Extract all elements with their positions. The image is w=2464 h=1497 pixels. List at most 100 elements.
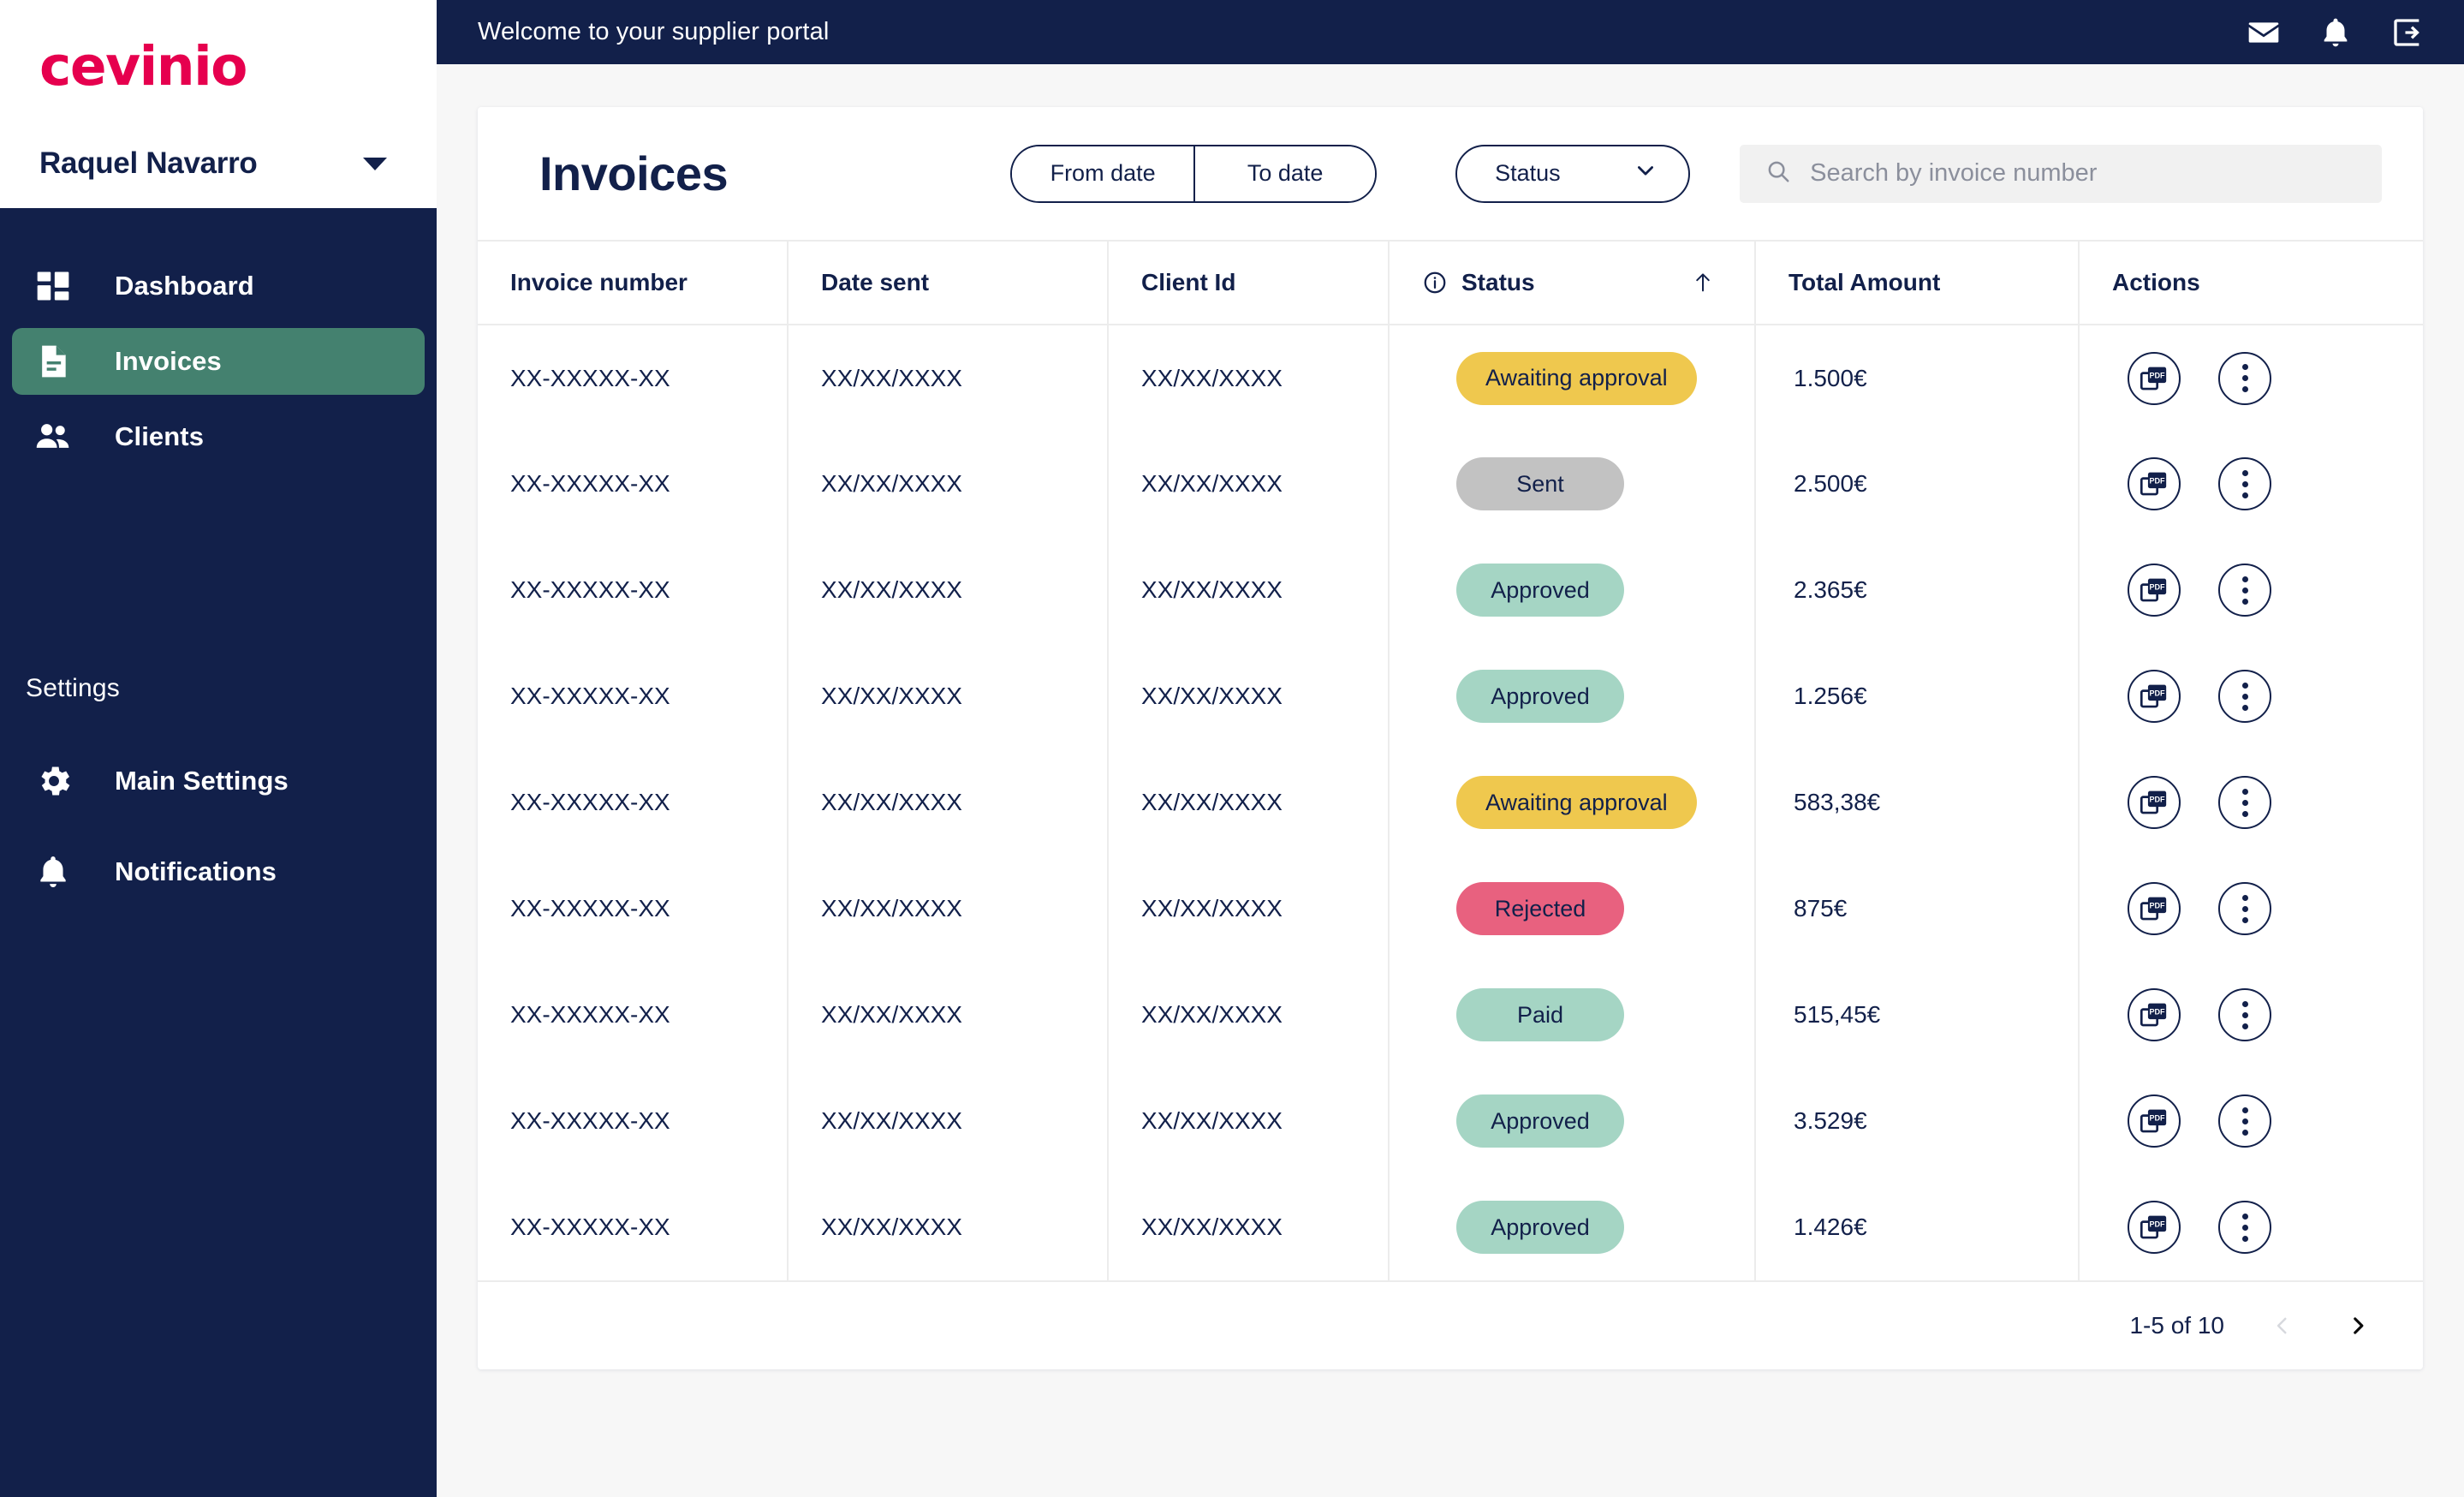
cell-total-amount: 2.500€: [1754, 431, 2079, 537]
table-row[interactable]: XX-XXXXX-XX XX/XX/XXXX XX/XX/XXXX Awaiting …: [478, 749, 2423, 856]
cell-actions: PDF: [2078, 643, 2423, 749]
status-filter-dropdown[interactable]: Status: [1455, 144, 1691, 203]
cell-date-sent: XX/XX/XXXX: [787, 325, 1108, 431]
more-vertical-icon[interactable]: [2218, 670, 2271, 723]
cell-date-sent: XX/XX/XXXX: [787, 431, 1108, 537]
table-row[interactable]: XX-XXXXX-XX XX/XX/XXXX XX/XX/XXXX Sent 2.500…: [478, 431, 2423, 537]
cell-invoice-number: XX-XXXXX-XX: [510, 683, 670, 709]
pdf-icon[interactable]: PDF: [2128, 351, 2181, 405]
pagination-next-button[interactable]: [2341, 1309, 2375, 1343]
cell-date-sent: XX/XX/XXXX: [787, 962, 1108, 1068]
settings-nav: Main Settings Notifications: [0, 748, 437, 905]
more-vertical-icon[interactable]: [2218, 776, 2271, 829]
sidebar-item-invoices[interactable]: Invoices: [12, 328, 425, 395]
column-header-date-sent[interactable]: Date sent: [787, 240, 1108, 325]
cell-actions: PDF: [2078, 749, 2423, 856]
more-vertical-icon[interactable]: [2218, 564, 2271, 617]
invoices-toolbar: Invoices From date To date Status: [478, 107, 2423, 240]
sidebar-item-notifications[interactable]: Notifications: [12, 838, 425, 905]
table-row[interactable]: XX-XXXXX-XX XX/XX/XXXX XX/XX/XXXX Awaiting …: [478, 325, 2423, 431]
more-vertical-icon[interactable]: [2218, 457, 2271, 510]
bell-icon[interactable]: [2318, 15, 2353, 50]
table-row[interactable]: XX-XXXXX-XX XX/XX/XXXX XX/XX/XXXX Approved 1…: [478, 643, 2423, 749]
status-filter-label: Status: [1495, 160, 1561, 186]
cell-date-sent: XX/XX/XXXX: [787, 643, 1108, 749]
pagination: 1-5 of 10: [478, 1280, 2423, 1369]
column-label: Actions: [2112, 269, 2200, 295]
search-input[interactable]: [1810, 159, 2356, 188]
cell-invoice-number: XX-XXXXX-XX: [510, 470, 670, 497]
search-box[interactable]: [1740, 144, 2382, 203]
sidebar-item-main-settings[interactable]: Main Settings: [12, 748, 425, 814]
status-badge: Awaiting approval: [1456, 351, 1697, 405]
cell-actions: PDF: [2078, 325, 2423, 431]
pdf-icon[interactable]: PDF: [2128, 988, 2181, 1041]
info-icon[interactable]: [1422, 270, 1448, 295]
column-label: Client Id: [1141, 269, 1236, 295]
sort-ascending-icon[interactable]: [1691, 270, 1715, 295]
bell-icon: [34, 853, 79, 891]
cell-total-amount: 515,45€: [1754, 962, 2079, 1068]
column-header-total-amount[interactable]: Total Amount: [1754, 240, 2079, 325]
user-menu[interactable]: Raquel Navarro: [39, 146, 397, 181]
table-row[interactable]: XX-XXXXX-XX XX/XX/XXXX XX/XX/XXXX Approved 3…: [478, 1068, 2423, 1174]
cell-status: Awaiting approval: [1388, 325, 1755, 431]
more-vertical-icon[interactable]: [2218, 351, 2271, 405]
cell-status: Awaiting approval: [1388, 749, 1755, 856]
to-date-button[interactable]: To date: [1193, 146, 1376, 201]
svg-text:PDF: PDF: [2149, 689, 2165, 697]
cell-client-id: XX/XX/XXXX: [1107, 643, 1389, 749]
status-badge: Sent: [1456, 457, 1624, 510]
more-vertical-icon[interactable]: [2218, 988, 2271, 1041]
chevron-down-icon: [1634, 158, 1658, 188]
column-header-client-id[interactable]: Client Id: [1107, 240, 1389, 325]
pdf-icon[interactable]: PDF: [2128, 564, 2181, 617]
topbar-welcome-text: Welcome to your supplier portal: [478, 18, 830, 45]
more-vertical-icon[interactable]: [2218, 1201, 2271, 1254]
cell-date-sent: XX/XX/XXXX: [787, 1174, 1108, 1280]
topbar-actions: [2247, 15, 2425, 50]
more-vertical-icon[interactable]: [2218, 1094, 2271, 1148]
pdf-icon[interactable]: PDF: [2128, 1094, 2181, 1148]
table-row[interactable]: XX-XXXXX-XX XX/XX/XXXX XX/XX/XXXX Rejected 8…: [478, 856, 2423, 962]
people-icon: [34, 418, 79, 456]
cell-client-id: XX/XX/XXXX: [1107, 962, 1389, 1068]
cell-status: Sent: [1388, 431, 1755, 537]
cell-status: Approved: [1388, 643, 1755, 749]
cell-invoice-number: XX-XXXXX-XX: [510, 789, 670, 815]
cell-client-id: XX/XX/XXXX: [1107, 325, 1389, 431]
cell-total-amount: 583,38€: [1754, 749, 2079, 856]
column-header-invoice-number[interactable]: Invoice number: [478, 240, 788, 325]
cell-date-sent: XX/XX/XXXX: [787, 537, 1108, 643]
table-row[interactable]: XX-XXXXX-XX XX/XX/XXXX XX/XX/XXXX Paid 515,4…: [478, 962, 2423, 1068]
column-header-status[interactable]: Status: [1388, 240, 1755, 325]
more-vertical-icon[interactable]: [2218, 882, 2271, 935]
pdf-icon[interactable]: PDF: [2128, 882, 2181, 935]
status-badge: Approved: [1456, 670, 1624, 723]
pdf-icon[interactable]: PDF: [2128, 670, 2181, 723]
from-date-button[interactable]: From date: [1012, 146, 1194, 201]
pagination-prev-button[interactable]: [2265, 1309, 2300, 1343]
pdf-icon[interactable]: PDF: [2128, 776, 2181, 829]
pdf-icon[interactable]: PDF: [2128, 1201, 2181, 1254]
cell-client-id: XX/XX/XXXX: [1107, 1068, 1389, 1174]
table-row[interactable]: XX-XXXXX-XX XX/XX/XXXX XX/XX/XXXX Approved 2…: [478, 537, 2423, 643]
svg-text:PDF: PDF: [2149, 1113, 2165, 1122]
status-badge: Approved: [1456, 1201, 1624, 1254]
cell-invoice-number: XX-XXXXX-XX: [510, 364, 670, 391]
column-header-actions: Actions: [2078, 240, 2423, 325]
table-row[interactable]: XX-XXXXX-XX XX/XX/XXXX XX/XX/XXXX Approved 1…: [478, 1174, 2423, 1280]
sidebar-item-clients[interactable]: Clients: [12, 403, 425, 470]
dashboard-icon: [34, 267, 79, 305]
cell-client-id: XX/XX/XXXX: [1107, 537, 1389, 643]
mail-icon[interactable]: [2247, 15, 2281, 50]
sidebar-item-label: Main Settings: [115, 766, 289, 796]
cell-invoice-number: XX-XXXXX-XX: [510, 576, 670, 603]
logout-icon[interactable]: [2390, 15, 2425, 50]
sidebar-item-label: Invoices: [115, 346, 222, 376]
pdf-icon[interactable]: PDF: [2128, 457, 2181, 510]
status-badge: Approved: [1456, 1094, 1624, 1148]
cell-actions: PDF: [2078, 1174, 2423, 1280]
topbar: Welcome to your supplier portal: [437, 0, 2464, 64]
sidebar-item-dashboard[interactable]: Dashboard: [12, 253, 425, 319]
